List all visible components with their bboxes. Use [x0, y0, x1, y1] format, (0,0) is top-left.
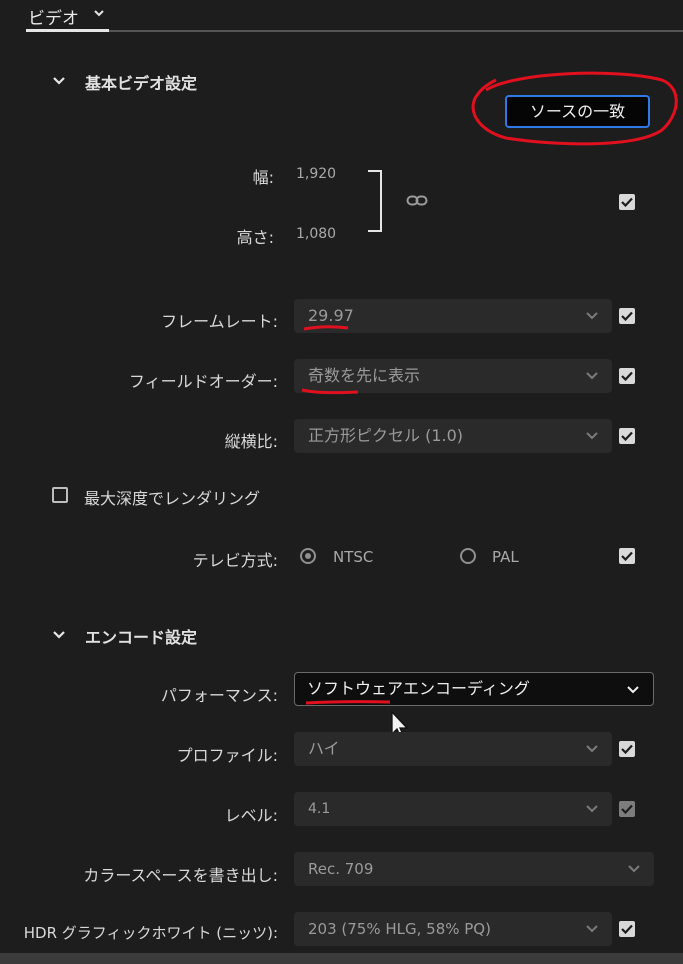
tab-bar-line	[26, 30, 683, 32]
checkmark-icon	[621, 431, 633, 441]
dimension-bracket	[368, 170, 382, 232]
field-order-value: 奇数を先に表示	[308, 366, 421, 385]
aspect-value: 正方形ピクセル (1.0)	[308, 426, 464, 445]
chevron-down-icon	[586, 925, 598, 933]
chevron-down-icon[interactable]	[52, 74, 66, 88]
hdr-white-label: HDR グラフィックホワイト (ニッツ):	[23, 924, 278, 942]
color-space-value: Rec. 709	[308, 860, 374, 878]
performance-label: パフォーマンス:	[160, 686, 278, 705]
radio-ntsc-label[interactable]: NTSC	[333, 548, 373, 566]
aspect-checkbox[interactable]	[619, 428, 635, 444]
checkmark-icon	[621, 371, 633, 381]
field-order-label: フィールドオーダー:	[128, 372, 278, 391]
width-value[interactable]: 1,920	[296, 166, 336, 182]
chevron-down-icon	[586, 372, 598, 380]
section-title-basic-video[interactable]: 基本ビデオ設定	[85, 70, 197, 94]
hdr-white-checkbox[interactable]	[619, 921, 635, 937]
profile-select[interactable]: ハイ	[294, 732, 612, 766]
tab-active-underline	[26, 29, 109, 32]
profile-value: ハイ	[308, 739, 340, 758]
chevron-down-icon[interactable]	[94, 8, 104, 18]
link-icon[interactable]	[406, 194, 428, 208]
color-space-select[interactable]: Rec. 709	[294, 852, 654, 886]
checkmark-icon	[621, 804, 633, 814]
checkmark-icon	[621, 924, 633, 934]
level-value: 4.1	[308, 801, 331, 817]
checkmark-icon	[621, 197, 633, 207]
width-label: 幅:	[252, 168, 274, 187]
chevron-down-icon	[586, 745, 598, 753]
level-label: レベル:	[224, 806, 278, 825]
height-label: 高さ:	[236, 228, 274, 247]
hdr-white-select[interactable]: 203 (75% HLG, 58% PQ)	[294, 912, 612, 946]
checkmark-icon	[621, 744, 633, 754]
radio-pal[interactable]	[460, 548, 476, 564]
frame-rate-value: 29.97	[308, 306, 354, 325]
profile-label: プロファイル:	[176, 746, 278, 765]
aspect-label: 縦横比:	[224, 432, 278, 451]
max-depth-checkbox[interactable]	[52, 487, 68, 503]
radio-pal-label[interactable]: PAL	[492, 548, 519, 566]
annotation-underline	[305, 700, 391, 705]
height-value[interactable]: 1,080	[296, 226, 336, 242]
color-space-label: カラースペースを書き出し:	[83, 866, 278, 885]
performance-value: ソフトウェアエンコーディング	[307, 679, 530, 698]
tv-standard-label: テレビ方式:	[192, 551, 278, 570]
hdr-white-value: 203 (75% HLG, 58% PQ)	[308, 920, 491, 938]
profile-checkbox[interactable]	[619, 741, 635, 757]
chevron-down-icon	[586, 432, 598, 440]
checkmark-icon	[621, 551, 633, 561]
frame-rate-label: フレームレート:	[161, 312, 278, 331]
frame-rate-checkbox[interactable]	[619, 308, 635, 324]
field-order-checkbox[interactable]	[619, 368, 635, 384]
section-title-encode[interactable]: エンコード設定	[85, 624, 197, 648]
max-depth-label: 最大深度でレンダリング	[84, 489, 261, 508]
annotation-underline	[301, 388, 359, 395]
radio-ntsc[interactable]	[300, 548, 316, 564]
tv-standard-checkbox[interactable]	[619, 548, 635, 564]
annotation-underline	[303, 325, 349, 331]
chevron-down-icon	[586, 312, 598, 320]
chevron-down-icon	[586, 805, 598, 813]
checkmark-icon	[621, 311, 633, 321]
dimension-override-checkbox[interactable]	[619, 194, 635, 210]
aspect-select[interactable]: 正方形ピクセル (1.0)	[294, 419, 612, 453]
match-source-button[interactable]: ソースの一致	[505, 95, 650, 128]
panel-bottom-bar	[0, 953, 683, 964]
tab-video[interactable]: ビデオ	[28, 4, 79, 29]
level-checkbox[interactable]	[619, 801, 635, 817]
chevron-down-icon	[627, 686, 639, 694]
chevron-down-icon	[628, 865, 640, 873]
level-select[interactable]: 4.1	[294, 792, 612, 826]
chevron-down-icon[interactable]	[52, 628, 66, 642]
